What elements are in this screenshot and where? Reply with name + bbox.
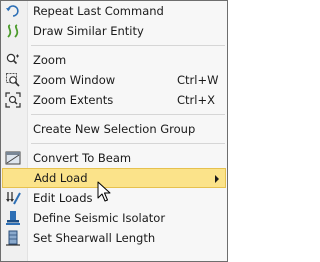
menu-item-label: Edit Loads bbox=[33, 191, 93, 205]
menu-item-label: Zoom bbox=[33, 53, 67, 67]
zoom-window-icon bbox=[5, 72, 21, 88]
seismic-isolator-icon bbox=[5, 210, 21, 226]
edit-loads-icon bbox=[5, 190, 21, 206]
menu-item-create-new-selection-group[interactable]: Create New Selection Group bbox=[1, 119, 227, 139]
menu-item-label: Zoom Extents bbox=[33, 93, 114, 107]
menu-items: Repeat Last Command Draw Similar Entity … bbox=[1, 1, 227, 248]
context-menu: Repeat Last Command Draw Similar Entity … bbox=[0, 0, 228, 262]
zoom-extents-icon bbox=[5, 92, 21, 108]
menu-item-label: Create New Selection Group bbox=[33, 122, 196, 136]
draw-similar-icon bbox=[5, 23, 21, 39]
menu-item-label: Add Load bbox=[34, 171, 88, 185]
convert-beam-icon bbox=[5, 150, 21, 166]
mouse-pointer-icon bbox=[97, 181, 111, 203]
menu-item-convert-to-beam[interactable]: Convert To Beam bbox=[1, 148, 227, 168]
menu-separator bbox=[1, 41, 227, 50]
shortcut-label: Ctrl+X bbox=[177, 93, 215, 107]
menu-separator bbox=[1, 139, 227, 148]
menu-separator bbox=[1, 110, 227, 119]
menu-item-add-load[interactable]: Add Load bbox=[2, 168, 226, 188]
menu-item-edit-loads[interactable]: Edit Loads bbox=[1, 188, 227, 208]
submenu-arrow-icon bbox=[215, 175, 219, 183]
menu-item-draw-similar-entity[interactable]: Draw Similar Entity bbox=[1, 21, 227, 41]
menu-item-zoom[interactable]: Zoom bbox=[1, 50, 227, 70]
menu-item-label: Repeat Last Command bbox=[33, 4, 164, 18]
menu-item-label: Define Seismic Isolator bbox=[33, 211, 166, 225]
menu-item-define-seismic-isolator[interactable]: Define Seismic Isolator bbox=[1, 208, 227, 228]
menu-item-label: Convert To Beam bbox=[33, 151, 132, 165]
menu-item-zoom-window[interactable]: Zoom Window Ctrl+W bbox=[1, 70, 227, 90]
shearwall-icon bbox=[5, 230, 21, 246]
menu-item-zoom-extents[interactable]: Zoom Extents Ctrl+X bbox=[1, 90, 227, 110]
menu-item-set-shearwall-length[interactable]: Set Shearwall Length bbox=[1, 228, 227, 248]
menu-item-repeat-last-command[interactable]: Repeat Last Command bbox=[1, 1, 227, 21]
menu-item-label: Zoom Window bbox=[33, 73, 116, 87]
repeat-icon bbox=[5, 3, 21, 19]
menu-item-label: Set Shearwall Length bbox=[33, 231, 156, 245]
shortcut-label: Ctrl+W bbox=[177, 73, 219, 87]
zoom-icon bbox=[5, 52, 21, 68]
menu-item-label: Draw Similar Entity bbox=[33, 24, 144, 38]
